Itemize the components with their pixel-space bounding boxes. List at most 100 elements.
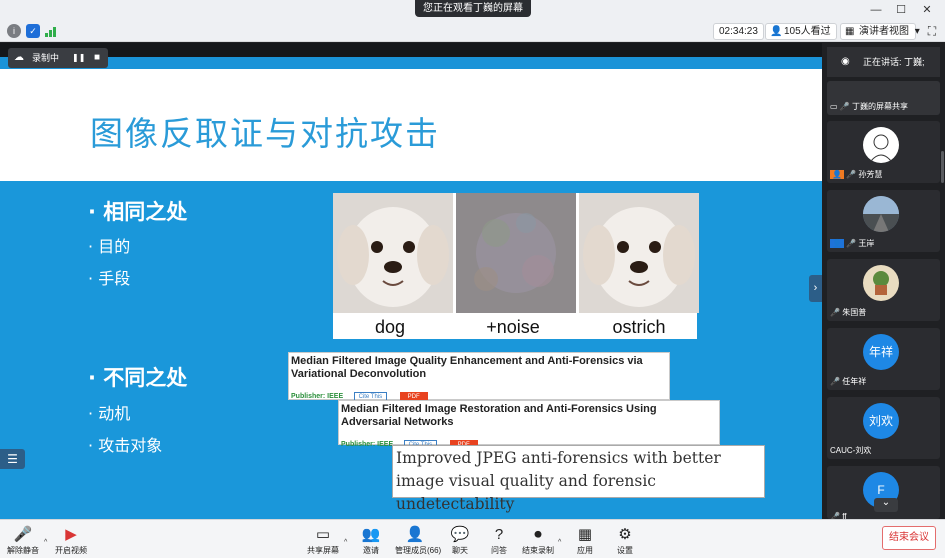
manage-members-label: 管理成员(66)	[395, 546, 442, 555]
close-button[interactable]: ✕	[915, 2, 939, 18]
invite-button[interactable]: 👥 邀请	[351, 526, 391, 556]
user-icon: 👤	[830, 239, 844, 248]
chat-icon: 💬	[450, 526, 470, 543]
participant-name: 任年祥	[842, 377, 867, 386]
panel-scrollbar[interactable]	[941, 151, 944, 183]
label-ostrich: ostrich	[612, 317, 666, 337]
settings-icon: ⚙	[618, 526, 632, 543]
avatar: 刘欢	[863, 403, 899, 439]
members-icon: 👤	[405, 526, 425, 543]
person-icon: 👤	[770, 26, 783, 37]
bullet-means: · 手段	[88, 269, 131, 288]
expand-panel-chevron-icon[interactable]: ›	[809, 275, 822, 302]
participant-tile[interactable]: 🎤 朱国普	[827, 259, 940, 321]
recording-options-chevron-icon[interactable]: ^	[558, 539, 561, 546]
meeting-timer: 02:34:23	[713, 23, 764, 40]
screen-share-icon: ▭	[830, 102, 838, 111]
speaker-avatar: ◉	[841, 56, 850, 67]
participant-tile[interactable]: 👤 🎤 孙芳慧	[827, 121, 940, 183]
paper-publisher: Publisher: IEEE	[341, 441, 394, 448]
audio-options-chevron-icon[interactable]: ^	[44, 539, 47, 546]
network-signal-icon[interactable]	[45, 25, 59, 37]
mic-muted-icon: 🎤	[830, 512, 840, 519]
end-meeting-button[interactable]: 结束会议	[882, 526, 936, 550]
participant-name: ff	[842, 512, 847, 519]
slide-top-strip	[0, 57, 822, 69]
view-mode-label: 演讲者视图	[859, 26, 909, 37]
paper-card-1: Median Filtered Image Quality Enhancemen…	[288, 352, 670, 402]
viewers-label: 105人看过	[784, 26, 831, 37]
participant-name: CAUC-刘欢	[830, 446, 872, 455]
invite-label: 邀请	[363, 546, 379, 555]
bullet-purpose: · 目的	[88, 237, 131, 256]
mic-muted-icon: 🎤	[846, 170, 857, 179]
mic-muted-icon: 🎤	[830, 377, 840, 386]
recording-label: 录制中	[32, 53, 60, 63]
info-icon[interactable]: i	[7, 24, 21, 38]
paper-publisher: Publisher: IEEE	[291, 393, 344, 400]
qa-button[interactable]: ? 问答	[479, 526, 519, 556]
apps-button[interactable]: ▦ 应用	[565, 526, 605, 556]
layout-icon: ▦	[845, 26, 855, 37]
avatar	[863, 196, 899, 232]
pause-record-button[interactable]: ❚❚	[72, 48, 85, 68]
bullet-similarities: · 相同之处	[88, 200, 188, 224]
sharing-status-banner[interactable]: 您正在观看丁巍的屏幕	[415, 0, 531, 17]
label-noise: +noise	[486, 317, 540, 337]
top-toolbar: 您正在观看丁巍的屏幕 — ☐ ✕ i ✓ 02:34:23 👤 105人看过 ▦…	[0, 0, 945, 42]
start-video-button[interactable]: ▶ 开启视频	[51, 526, 91, 556]
microphone-muted-icon: 🎤	[13, 526, 33, 543]
qa-label: 问答	[491, 546, 507, 555]
settings-label: 设置	[617, 546, 633, 555]
slide-title: 图像反取证与对抗攻击	[90, 114, 440, 153]
participant-tile-screenshare[interactable]: ▭ 🎤 丁巍的屏幕共享	[827, 81, 940, 115]
stop-recording-button[interactable]: ⏺ 结束录制	[518, 526, 558, 556]
chat-button[interactable]: 💬 聊天	[440, 526, 480, 556]
bullet-motivation: · 动机	[88, 404, 131, 423]
list-icon[interactable]: ☰	[0, 449, 25, 469]
fullscreen-icon[interactable]: ⛶	[920, 23, 944, 39]
avatar: 年祥	[863, 334, 899, 370]
stop-record-icon: ⏺	[534, 526, 542, 543]
avatar	[863, 265, 899, 301]
unmute-label: 解除静音	[7, 546, 39, 555]
stop-recording-label: 结束录制	[522, 546, 554, 555]
active-speaker-banner: ◉ 正在讲话: 丁巍;	[827, 47, 940, 77]
unmute-button[interactable]: 🎤 解除静音	[3, 526, 43, 556]
participant-tile[interactable]: 👤 🎤 王岸	[827, 190, 940, 252]
share-options-chevron-icon[interactable]: ^	[344, 539, 347, 546]
viewers-count[interactable]: 👤 105人看过	[765, 23, 837, 40]
start-video-label: 开启视频	[55, 546, 87, 555]
bullet-attack-target: · 攻击对象	[88, 436, 163, 455]
share-screen-icon: ▭	[315, 526, 331, 543]
stop-record-button[interactable]: ■	[94, 48, 100, 68]
maximize-button[interactable]: ☐	[889, 2, 913, 18]
participant-name: 王岸	[858, 239, 875, 248]
user-icon: 👤	[830, 170, 844, 179]
share-screen-label: 共享屏幕	[307, 546, 339, 555]
speaker-label: 正在讲话: 丁巍;	[863, 57, 925, 67]
view-mode-dropdown[interactable]: ▦ 演讲者视图 ▾	[840, 23, 920, 40]
participant-tile[interactable]: 年祥 🎤 任年祥	[827, 328, 940, 390]
share-screen-button[interactable]: ▭ 共享屏幕	[303, 526, 343, 556]
paper-title: Median Filtered Image Restoration and An…	[341, 403, 657, 428]
participants-panel: ◉ 正在讲话: 丁巍; ▭ 🎤 丁巍的屏幕共享 👤 🎤 孙芳慧 👤 🎤 王岸 🎤…	[822, 43, 945, 519]
recording-bar: ☁ 录制中 ❚❚ ■	[8, 48, 108, 68]
ostrich-adversarial-image	[579, 193, 699, 313]
invite-icon: 👥	[361, 526, 381, 543]
manage-members-button[interactable]: 👤 管理成员(66)	[395, 526, 442, 556]
dog-image	[333, 193, 453, 313]
qa-icon: ?	[494, 526, 504, 543]
security-shield-icon[interactable]: ✓	[26, 24, 40, 38]
cloud-icon: ☁	[14, 52, 24, 63]
settings-button[interactable]: ⚙ 设置	[605, 526, 645, 556]
scroll-down-chevron-icon[interactable]: ⌄	[874, 498, 898, 512]
apps-label: 应用	[577, 546, 593, 555]
participant-name: 孙芳慧	[858, 170, 883, 179]
minimize-button[interactable]: —	[864, 2, 888, 18]
paper-title-snippet: Improved JPEG anti-forensics with better…	[392, 445, 765, 513]
mic-icon: 🎤	[839, 102, 850, 111]
adversarial-example-figure: dog +noise ostrich	[333, 193, 699, 339]
participant-tile[interactable]: 刘欢 CAUC-刘欢	[827, 397, 940, 459]
apps-icon: ▦	[577, 526, 593, 543]
